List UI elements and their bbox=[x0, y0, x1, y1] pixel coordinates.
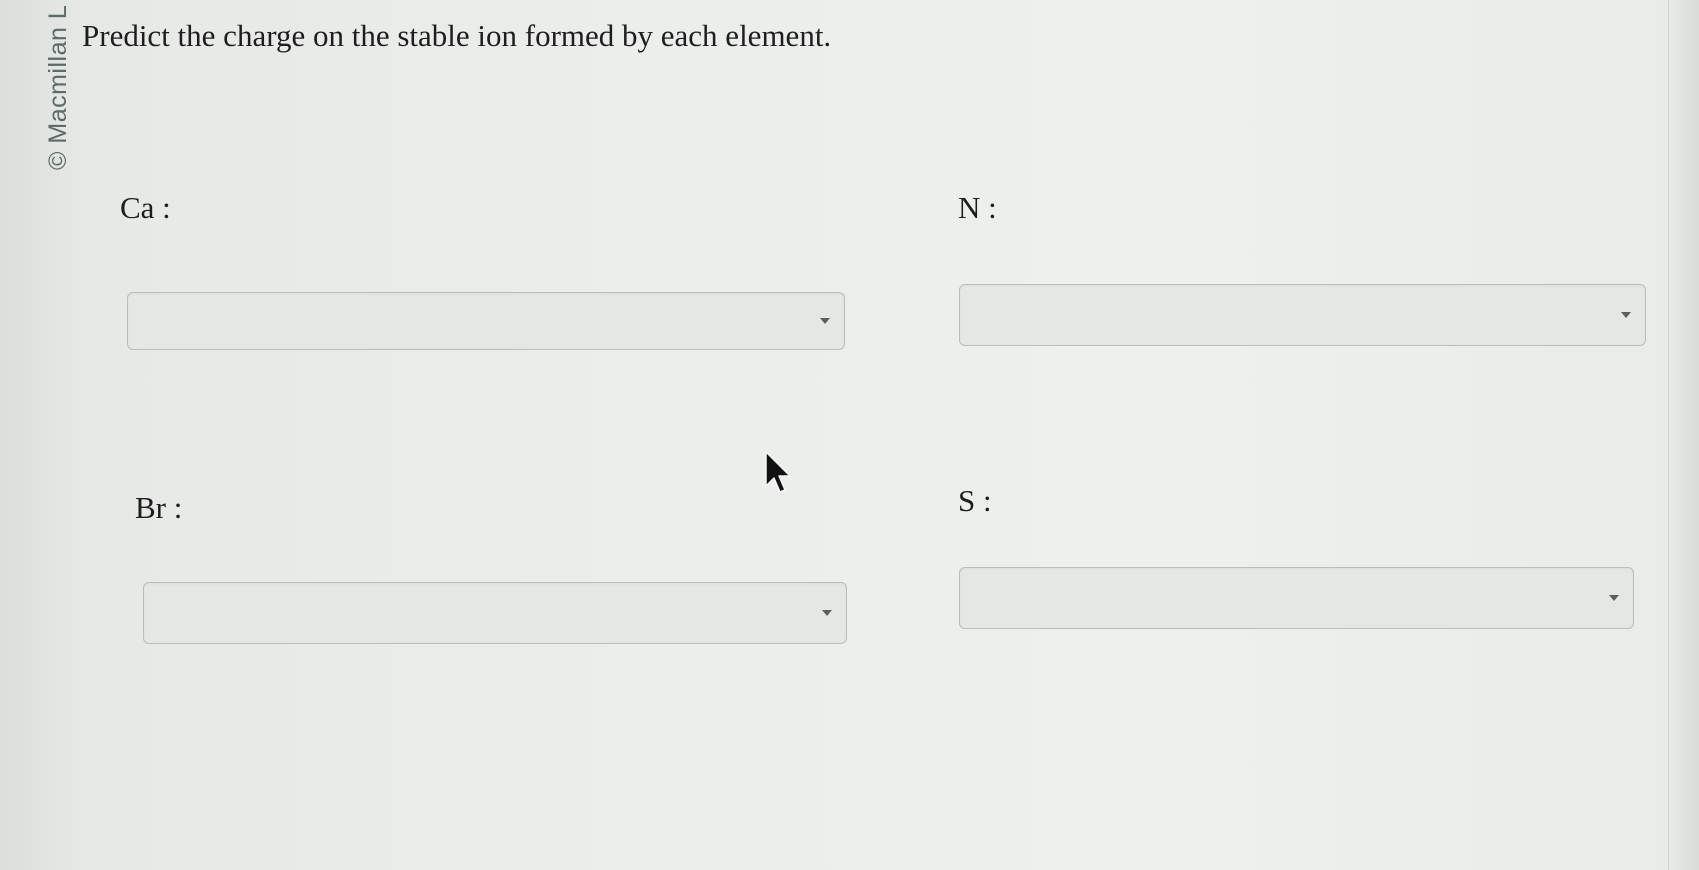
br-charge-select[interactable] bbox=[143, 582, 847, 644]
chevron-down-icon bbox=[1609, 595, 1619, 601]
copyright-watermark: © Macmillan L bbox=[44, 4, 72, 170]
right-page-edge bbox=[1668, 0, 1699, 870]
chevron-down-icon bbox=[1621, 312, 1631, 318]
s-charge-select[interactable] bbox=[959, 567, 1634, 629]
ca-charge-select[interactable] bbox=[127, 292, 845, 350]
field-label-br: Br : bbox=[135, 490, 183, 525]
mouse-pointer-icon bbox=[765, 451, 791, 493]
question-prompt: Predict the charge on the stable ion for… bbox=[82, 18, 832, 53]
field-label-ca: Ca : bbox=[120, 190, 171, 225]
chevron-down-icon bbox=[822, 610, 832, 616]
field-label-n: N : bbox=[958, 190, 997, 225]
chevron-down-icon bbox=[820, 318, 830, 324]
field-label-s: S : bbox=[958, 483, 992, 518]
n-charge-select[interactable] bbox=[959, 284, 1646, 346]
